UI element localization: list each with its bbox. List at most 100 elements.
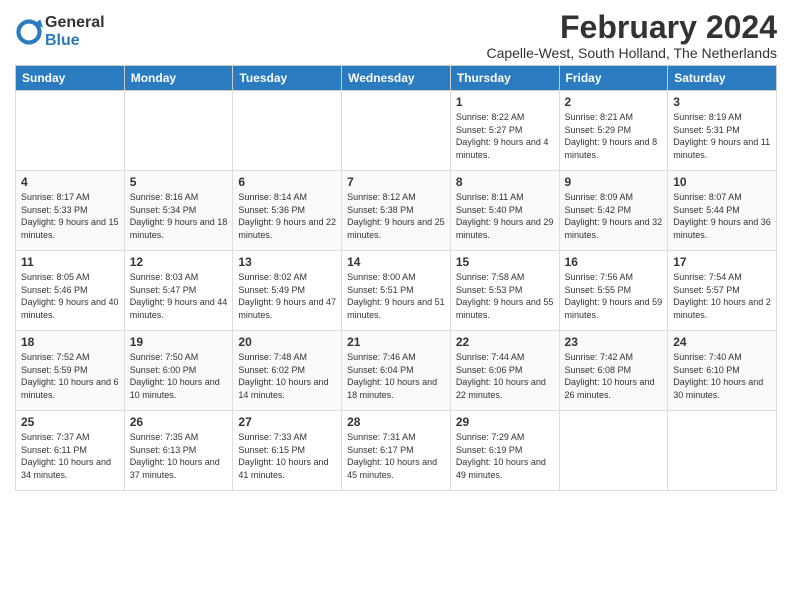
day-number-11: 11: [21, 255, 119, 269]
week-row-1: 4 Sunrise: 8:17 AM Sunset: 5:33 PM Daylig…: [16, 171, 777, 251]
col-monday: Monday: [124, 66, 233, 91]
day-number-24: 24: [673, 335, 771, 349]
day-info-7: Sunrise: 8:12 AM Sunset: 5:38 PM Dayligh…: [347, 191, 445, 241]
day-info-3: Sunrise: 8:19 AM Sunset: 5:31 PM Dayligh…: [673, 111, 771, 161]
day-info-23: Sunrise: 7:42 AM Sunset: 6:08 PM Dayligh…: [565, 351, 663, 401]
day-info-8: Sunrise: 8:11 AM Sunset: 5:40 PM Dayligh…: [456, 191, 554, 241]
day-number-16: 16: [565, 255, 663, 269]
day-number-1: 1: [456, 95, 554, 109]
cell-4-0: 25 Sunrise: 7:37 AM Sunset: 6:11 PM Dayli…: [16, 411, 125, 491]
day-number-6: 6: [238, 175, 336, 189]
day-number-9: 9: [565, 175, 663, 189]
day-number-21: 21: [347, 335, 445, 349]
day-info-9: Sunrise: 8:09 AM Sunset: 5:42 PM Dayligh…: [565, 191, 663, 241]
day-info-11: Sunrise: 8:05 AM Sunset: 5:46 PM Dayligh…: [21, 271, 119, 321]
cell-2-5: 16 Sunrise: 7:56 AM Sunset: 5:55 PM Dayli…: [559, 251, 668, 331]
col-friday: Friday: [559, 66, 668, 91]
cell-4-5: [559, 411, 668, 491]
day-info-13: Sunrise: 8:02 AM Sunset: 5:49 PM Dayligh…: [238, 271, 336, 321]
cell-1-0: 4 Sunrise: 8:17 AM Sunset: 5:33 PM Daylig…: [16, 171, 125, 251]
day-info-15: Sunrise: 7:58 AM Sunset: 5:53 PM Dayligh…: [456, 271, 554, 321]
day-number-26: 26: [130, 415, 228, 429]
subtitle: Capelle-West, South Holland, The Netherl…: [486, 45, 777, 61]
cell-4-4: 29Sunrise: 7:29 AM Sunset: 6:19 PM Dayli…: [450, 411, 559, 491]
header: General Blue February 2024 Capelle-West,…: [15, 10, 777, 61]
day-info-2: Sunrise: 8:21 AM Sunset: 5:29 PM Dayligh…: [565, 111, 663, 161]
cell-0-2: [233, 91, 342, 171]
day-info-6: Sunrise: 8:14 AM Sunset: 5:36 PM Dayligh…: [238, 191, 336, 241]
main-title: February 2024: [486, 10, 777, 45]
day-number-18: 18: [21, 335, 119, 349]
day-number-28: 28: [347, 415, 445, 429]
day-info-29: Sunrise: 7:29 AM Sunset: 6:19 PM Dayligh…: [456, 431, 554, 481]
day-number-10: 10: [673, 175, 771, 189]
cell-3-0: 18 Sunrise: 7:52 AM Sunset: 5:59 PM Dayli…: [16, 331, 125, 411]
day-number-19: 19: [130, 335, 228, 349]
cell-0-3: [342, 91, 451, 171]
day-info-16: Sunrise: 7:56 AM Sunset: 5:55 PM Dayligh…: [565, 271, 663, 321]
day-info-26: Sunrise: 7:35 AM Sunset: 6:13 PM Dayligh…: [130, 431, 228, 481]
logo-blue-text: Blue: [45, 32, 105, 50]
cell-1-4: 8 Sunrise: 8:11 AM Sunset: 5:40 PM Daylig…: [450, 171, 559, 251]
day-number-8: 8: [456, 175, 554, 189]
col-saturday: Saturday: [668, 66, 777, 91]
day-number-15: 15: [456, 255, 554, 269]
calendar-page: General Blue February 2024 Capelle-West,…: [0, 0, 792, 612]
cell-2-2: 13 Sunrise: 8:02 AM Sunset: 5:49 PM Dayli…: [233, 251, 342, 331]
cell-0-5: 2 Sunrise: 8:21 AM Sunset: 5:29 PM Daylig…: [559, 91, 668, 171]
cell-1-1: 5Sunrise: 8:16 AM Sunset: 5:34 PM Daylig…: [124, 171, 233, 251]
week-row-3: 18 Sunrise: 7:52 AM Sunset: 5:59 PM Dayli…: [16, 331, 777, 411]
day-info-22: Sunrise: 7:44 AM Sunset: 6:06 PM Dayligh…: [456, 351, 554, 401]
day-info-28: Sunrise: 7:31 AM Sunset: 6:17 PM Dayligh…: [347, 431, 445, 481]
logo-text: General Blue: [45, 14, 105, 49]
day-info-4: Sunrise: 8:17 AM Sunset: 5:33 PM Dayligh…: [21, 191, 119, 241]
week-row-0: 1 Sunrise: 8:22 AM Sunset: 5:27 PM Daylig…: [16, 91, 777, 171]
day-info-18: Sunrise: 7:52 AM Sunset: 5:59 PM Dayligh…: [21, 351, 119, 401]
day-number-2: 2: [565, 95, 663, 109]
day-info-27: Sunrise: 7:33 AM Sunset: 6:15 PM Dayligh…: [238, 431, 336, 481]
day-info-14: Sunrise: 8:00 AM Sunset: 5:51 PM Dayligh…: [347, 271, 445, 321]
title-block: February 2024 Capelle-West, South Hollan…: [486, 10, 777, 61]
cell-3-1: 19 Sunrise: 7:50 AM Sunset: 6:00 PM Dayli…: [124, 331, 233, 411]
cell-4-6: [668, 411, 777, 491]
day-number-5: 5: [130, 175, 228, 189]
day-number-22: 22: [456, 335, 554, 349]
day-number-17: 17: [673, 255, 771, 269]
cell-0-4: 1 Sunrise: 8:22 AM Sunset: 5:27 PM Daylig…: [450, 91, 559, 171]
day-info-25: Sunrise: 7:37 AM Sunset: 6:11 PM Dayligh…: [21, 431, 119, 481]
day-number-23: 23: [565, 335, 663, 349]
cell-1-2: 6 Sunrise: 8:14 AM Sunset: 5:36 PM Daylig…: [233, 171, 342, 251]
logo-icon: [15, 18, 43, 46]
day-number-4: 4: [21, 175, 119, 189]
day-info-20: Sunrise: 7:48 AM Sunset: 6:02 PM Dayligh…: [238, 351, 336, 401]
day-info-1: Sunrise: 8:22 AM Sunset: 5:27 PM Dayligh…: [456, 111, 554, 161]
day-number-13: 13: [238, 255, 336, 269]
cell-2-6: 17 Sunrise: 7:54 AM Sunset: 5:57 PM Dayli…: [668, 251, 777, 331]
day-number-14: 14: [347, 255, 445, 269]
col-thursday: Thursday: [450, 66, 559, 91]
day-info-21: Sunrise: 7:46 AM Sunset: 6:04 PM Dayligh…: [347, 351, 445, 401]
cell-1-3: 7Sunrise: 8:12 AM Sunset: 5:38 PM Daylig…: [342, 171, 451, 251]
cell-2-3: 14 Sunrise: 8:00 AM Sunset: 5:51 PM Dayli…: [342, 251, 451, 331]
calendar-header-row: Sunday Monday Tuesday Wednesday Thursday…: [16, 66, 777, 91]
day-number-20: 20: [238, 335, 336, 349]
calendar-table: Sunday Monday Tuesday Wednesday Thursday…: [15, 65, 777, 491]
week-row-2: 11 Sunrise: 8:05 AM Sunset: 5:46 PM Dayli…: [16, 251, 777, 331]
col-tuesday: Tuesday: [233, 66, 342, 91]
day-info-19: Sunrise: 7:50 AM Sunset: 6:00 PM Dayligh…: [130, 351, 228, 401]
cell-3-3: 21 Sunrise: 7:46 AM Sunset: 6:04 PM Dayli…: [342, 331, 451, 411]
cell-3-6: 24Sunrise: 7:40 AM Sunset: 6:10 PM Dayli…: [668, 331, 777, 411]
cell-0-1: [124, 91, 233, 171]
cell-4-2: 27Sunrise: 7:33 AM Sunset: 6:15 PM Dayli…: [233, 411, 342, 491]
cell-2-4: 15 Sunrise: 7:58 AM Sunset: 5:53 PM Dayli…: [450, 251, 559, 331]
cell-4-1: 26 Sunrise: 7:35 AM Sunset: 6:13 PM Dayli…: [124, 411, 233, 491]
cell-3-5: 23 Sunrise: 7:42 AM Sunset: 6:08 PM Dayli…: [559, 331, 668, 411]
cell-0-6: 3Sunrise: 8:19 AM Sunset: 5:31 PM Daylig…: [668, 91, 777, 171]
cell-1-5: 9 Sunrise: 8:09 AM Sunset: 5:42 PM Daylig…: [559, 171, 668, 251]
day-number-25: 25: [21, 415, 119, 429]
cell-2-1: 12Sunrise: 8:03 AM Sunset: 5:47 PM Dayli…: [124, 251, 233, 331]
cell-1-6: 10Sunrise: 8:07 AM Sunset: 5:44 PM Dayli…: [668, 171, 777, 251]
day-number-12: 12: [130, 255, 228, 269]
week-row-4: 25 Sunrise: 7:37 AM Sunset: 6:11 PM Dayli…: [16, 411, 777, 491]
day-info-17: Sunrise: 7:54 AM Sunset: 5:57 PM Dayligh…: [673, 271, 771, 321]
